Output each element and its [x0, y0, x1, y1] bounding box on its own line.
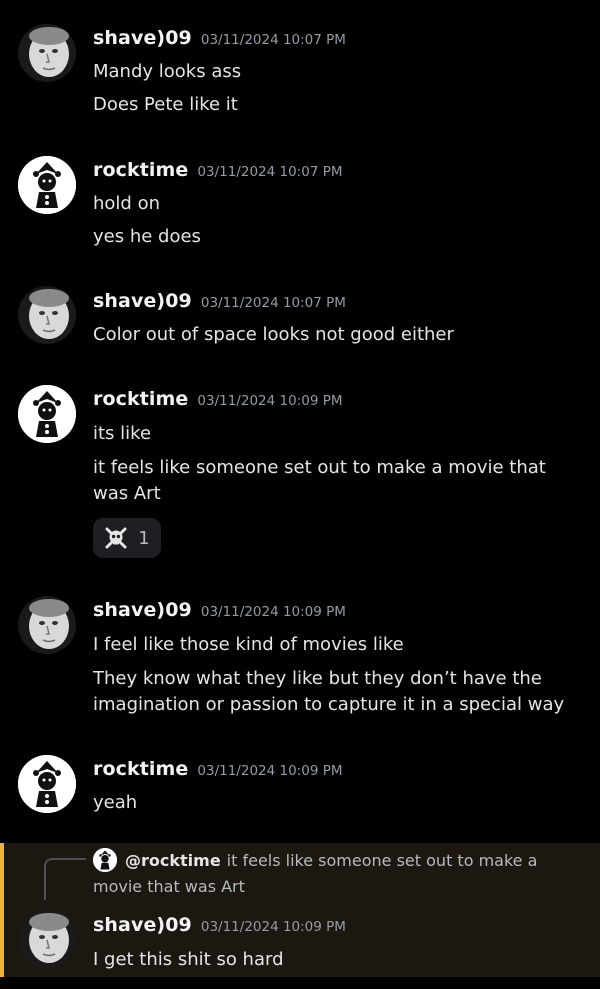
- avatar[interactable]: [18, 755, 76, 813]
- message-header: shave)09 03/11/2024 10:07 PM: [93, 290, 346, 312]
- reaction-count: 1: [138, 527, 150, 549]
- message-text: Color out of space looks not good either: [93, 324, 454, 345]
- username[interactable]: rocktime: [93, 758, 188, 780]
- face-avatar-icon: [18, 596, 76, 654]
- avatar[interactable]: [18, 385, 76, 443]
- message-header: shave)09 03/11/2024 10:07 PM: [93, 27, 346, 49]
- message-feed[interactable]: shave)09 03/11/2024 10:07 PM Mandy looks …: [0, 0, 600, 989]
- jester-avatar-icon: [18, 755, 76, 813]
- message-text: I feel like those kind of movies like: [93, 634, 404, 655]
- message-header: rocktime 03/11/2024 10:07 PM: [93, 159, 343, 181]
- message-text: yes he does: [93, 226, 201, 247]
- message-text: its like: [93, 423, 152, 444]
- timestamp: 03/11/2024 10:07 PM: [197, 164, 343, 180]
- message-header: shave)09 03/11/2024 10:09 PM: [93, 599, 346, 621]
- reply-connector: [44, 858, 86, 900]
- message-text: Mandy looks ass: [93, 61, 242, 82]
- message-text: yeah: [93, 792, 138, 813]
- avatar[interactable]: [18, 596, 76, 654]
- jester-avatar-icon: [93, 848, 117, 872]
- username[interactable]: shave)09: [93, 914, 192, 936]
- avatar[interactable]: [18, 910, 76, 968]
- message-header: shave)09 03/11/2024 10:09 PM: [93, 914, 346, 936]
- avatar[interactable]: [18, 286, 76, 344]
- jester-avatar-icon: [18, 156, 76, 214]
- timestamp: 03/11/2024 10:09 PM: [197, 393, 343, 409]
- timestamp: 03/11/2024 10:07 PM: [200, 295, 346, 311]
- username[interactable]: shave)09: [93, 599, 192, 621]
- avatar[interactable]: [18, 24, 76, 82]
- message-text: hold on: [93, 193, 160, 214]
- message-header: rocktime 03/11/2024 10:09 PM: [93, 388, 343, 410]
- timestamp: 03/11/2024 10:07 PM: [200, 32, 346, 48]
- reply-avatar[interactable]: [93, 848, 117, 872]
- skull-crossbones-icon: [105, 527, 127, 549]
- reply-mention[interactable]: @rocktime: [125, 851, 221, 870]
- message-text: They know what they like but they don’t …: [93, 668, 565, 715]
- message-header: rocktime 03/11/2024 10:09 PM: [93, 758, 343, 780]
- username[interactable]: rocktime: [93, 388, 188, 410]
- avatar[interactable]: [18, 156, 76, 214]
- username[interactable]: shave)09: [93, 290, 192, 312]
- timestamp: 03/11/2024 10:09 PM: [200, 919, 346, 935]
- timestamp: 03/11/2024 10:09 PM: [197, 763, 343, 779]
- face-avatar-icon: [18, 286, 76, 344]
- jester-avatar-icon: [18, 385, 76, 443]
- face-avatar-icon: [18, 910, 76, 968]
- message-text: Does Pete like it: [93, 94, 238, 115]
- username[interactable]: shave)09: [93, 27, 192, 49]
- message-text: it feels like someone set out to make a …: [93, 457, 546, 504]
- face-avatar-icon: [18, 24, 76, 82]
- reply-preview[interactable]: @rocktime it feels like someone set out t…: [93, 848, 588, 900]
- mention-accent-bar: [0, 843, 4, 977]
- timestamp: 03/11/2024 10:09 PM: [200, 604, 346, 620]
- reaction-button[interactable]: 1: [93, 518, 161, 558]
- message-text: I get this shit so hard: [93, 949, 284, 970]
- username[interactable]: rocktime: [93, 159, 188, 181]
